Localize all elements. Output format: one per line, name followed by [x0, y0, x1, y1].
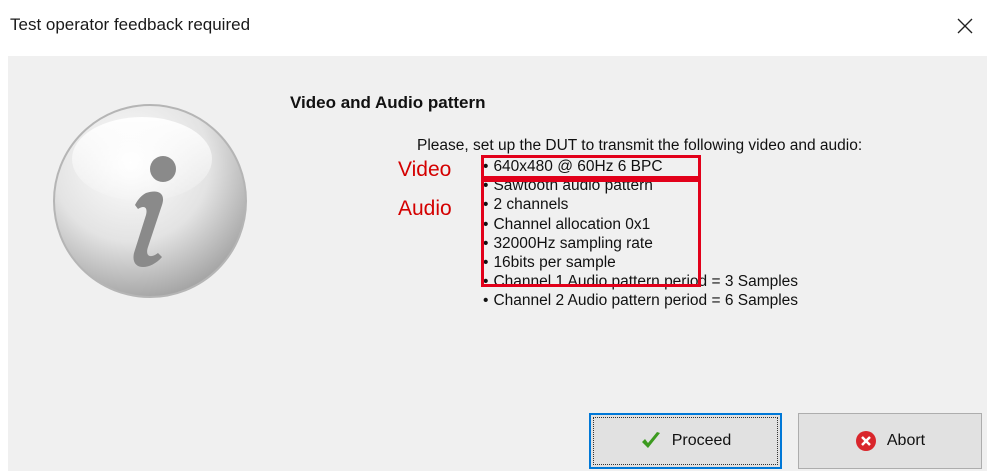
dialog-intro: Please, set up the DUT to transmit the f… — [417, 137, 863, 154]
dialog-heading: Video and Audio pattern — [290, 93, 486, 112]
abort-label: Abort — [886, 432, 926, 449]
info-icon — [53, 104, 247, 298]
list-item: Channel 2 Audio pattern period = 6 Sampl… — [483, 291, 798, 310]
checkmark-icon — [640, 431, 662, 451]
proceed-label: Proceed — [671, 432, 732, 449]
annotation-audio-label: Audio — [398, 197, 452, 220]
proceed-button[interactable]: Proceed — [589, 413, 782, 469]
close-icon — [957, 18, 973, 34]
abort-icon — [855, 430, 877, 452]
annotation-video-label: Video — [398, 158, 452, 181]
abort-button[interactable]: Abort — [798, 413, 982, 469]
annotation-video-box — [481, 155, 701, 179]
title-bar: Test operator feedback required — [0, 0, 987, 56]
dialog-body: Video and Audio pattern Please, set up t… — [8, 56, 987, 471]
annotation-audio-box — [481, 179, 701, 287]
window-title: Test operator feedback required — [10, 15, 251, 34]
close-button[interactable] — [951, 12, 979, 40]
